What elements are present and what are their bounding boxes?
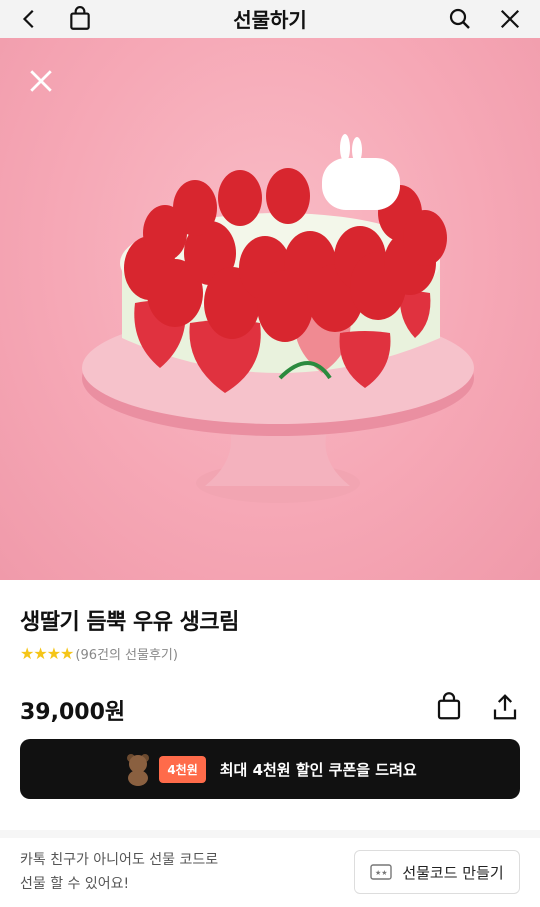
gift-code-line2: 선물 할 수 있어요! xyxy=(20,876,130,892)
gift-code-promo: 카톡 친구가 아니어도 선물 코드로 선물 할 수 있어요! xyxy=(20,848,218,896)
svg-text:★★: ★★ xyxy=(375,869,388,877)
gift-code-button[interactable]: ★★ 선물코드 만들기 xyxy=(354,850,520,894)
gift-code-button-label: 선물코드 만들기 xyxy=(402,863,504,882)
shopping-bag-icon xyxy=(437,692,461,720)
chevron-left-icon xyxy=(22,9,34,29)
review-count: (96건의 선물후기) xyxy=(75,648,178,663)
coupon-banner[interactable]: 4천원 최대 4천원 할인 쿠폰을 드려요 xyxy=(20,739,520,799)
rating-row[interactable]: ★★★★ (96건의 선물후기) xyxy=(20,644,178,663)
search-icon xyxy=(449,8,470,29)
search-button[interactable] xyxy=(446,5,474,33)
top-bar-right xyxy=(430,5,540,33)
product-price: 39,000원 xyxy=(20,700,126,725)
top-bar-left xyxy=(0,5,110,33)
bear-icon xyxy=(127,754,150,786)
star-rating: ★★★★ xyxy=(20,644,74,663)
shopping-bag-icon xyxy=(70,6,90,30)
close-button[interactable] xyxy=(496,5,524,33)
product-name: 생딸기 듬뿍 우유 생크림 xyxy=(20,610,239,635)
coupon-amount: 4천원 xyxy=(159,755,206,783)
section-divider xyxy=(0,830,540,838)
close-icon xyxy=(500,9,520,29)
product-image xyxy=(0,38,540,580)
ticket-icon: ★★ xyxy=(370,864,393,880)
top-bar: 선물하기 xyxy=(0,0,540,38)
share-button[interactable] xyxy=(490,692,520,726)
product-actions xyxy=(434,692,520,726)
coupon-badge: 4천원 xyxy=(123,752,206,786)
cart-button[interactable] xyxy=(66,5,94,33)
cake-illustration xyxy=(82,134,474,503)
coupon-text: 최대 4천원 할인 쿠폰을 드려요 xyxy=(219,760,417,779)
share-icon xyxy=(493,694,517,720)
image-close-button[interactable] xyxy=(28,68,54,98)
back-button[interactable] xyxy=(16,5,44,33)
gift-code-line1: 카톡 친구가 아니어도 선물 코드로 xyxy=(20,852,219,868)
add-to-cart-button[interactable] xyxy=(434,692,464,726)
close-icon xyxy=(30,70,52,92)
